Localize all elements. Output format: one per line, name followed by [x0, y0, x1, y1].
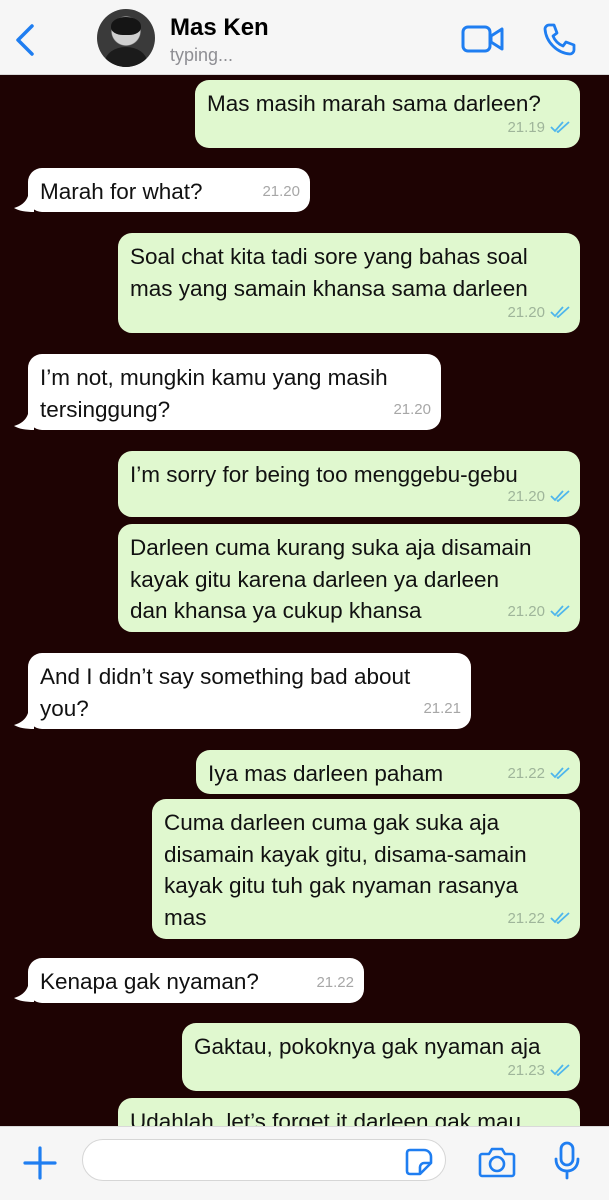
bubble-tail	[14, 713, 34, 729]
message-bubble[interactable]: Mas masih marah sama darleen? 21.19	[195, 80, 580, 148]
message-text: Darleen cuma kurang suka aja disamain ka…	[130, 535, 532, 623]
video-call-icon[interactable]	[461, 24, 505, 54]
chat-header: Mas Ken typing...	[0, 0, 609, 75]
double-check-icon	[550, 490, 570, 503]
camera-icon[interactable]	[478, 1145, 516, 1179]
message-time: 21.19	[507, 118, 545, 136]
message-bubble[interactable]: Cuma darleen cuma gak suka aja disamain …	[152, 799, 580, 939]
double-check-icon	[550, 767, 570, 780]
message-bubble[interactable]: Soal chat kita tadi sore yang bahas soal…	[118, 233, 580, 333]
phone-icon[interactable]	[541, 21, 577, 57]
message-bubble[interactable]: Kenapa gak nyaman? 21.22	[28, 958, 364, 1003]
message-bubble[interactable]: Marah for what? 21.20	[28, 168, 310, 212]
message-time: 21.20	[393, 400, 431, 418]
message-bubble[interactable]: I’m not, mungkin kamu yang masih tersing…	[28, 354, 441, 430]
double-check-icon	[550, 605, 570, 618]
message-text: Udahlah, let’s forget it darleen gak mau	[130, 1109, 522, 1126]
message-time: 21.20	[507, 602, 545, 620]
message-time: 21.20	[507, 487, 545, 505]
bubble-tail	[14, 196, 34, 212]
microphone-icon[interactable]	[553, 1141, 581, 1181]
message-bubble[interactable]: Darleen cuma kurang suka aja disamain ka…	[118, 524, 580, 632]
contact-name[interactable]: Mas Ken	[170, 14, 269, 42]
bubble-tail	[14, 414, 34, 430]
input-bar	[0, 1126, 609, 1200]
message-time: 21.21	[423, 699, 461, 717]
message-text: And I didn’t say something bad about you…	[40, 664, 411, 721]
double-check-icon	[550, 121, 570, 134]
message-bubble[interactable]: Gaktau, pokoknya gak nyaman aja 21.23	[182, 1023, 580, 1091]
message-bubble[interactable]: I’m sorry for being too menggebu-gebu 21…	[118, 451, 580, 517]
message-text: Kenapa gak nyaman?	[40, 969, 259, 994]
message-text: Marah for what?	[40, 179, 203, 204]
sticker-icon[interactable]	[404, 1147, 434, 1177]
message-time: 21.23	[507, 1061, 545, 1079]
message-text: I’m sorry for being too menggebu-gebu	[130, 462, 518, 487]
chevron-left-icon[interactable]	[12, 22, 40, 58]
avatar[interactable]	[97, 9, 155, 67]
message-input[interactable]	[82, 1139, 446, 1181]
message-bubble[interactable]: Udahlah, let’s forget it darleen gak mau	[118, 1098, 580, 1126]
double-check-icon	[550, 306, 570, 319]
message-text: Soal chat kita tadi sore yang bahas soal…	[130, 244, 528, 301]
bubble-tail	[14, 986, 34, 1002]
typing-status: typing...	[170, 45, 234, 65]
double-check-icon	[550, 1064, 570, 1077]
message-time: 21.20	[262, 182, 300, 200]
double-check-icon	[550, 912, 570, 925]
message-time: 21.20	[507, 303, 545, 321]
message-bubble[interactable]: Iya mas darleen paham 21.22	[196, 750, 580, 794]
message-time: 21.22	[316, 973, 354, 991]
plus-icon[interactable]	[22, 1145, 58, 1181]
chat-area[interactable]: Mas masih marah sama darleen? 21.19 Mara…	[0, 75, 609, 1126]
message-time: 21.22	[507, 909, 545, 927]
message-text: I’m not, mungkin kamu yang masih tersing…	[40, 365, 388, 422]
message-bubble[interactable]: And I didn’t say something bad about you…	[28, 653, 471, 729]
message-time: 21.22	[507, 764, 545, 782]
